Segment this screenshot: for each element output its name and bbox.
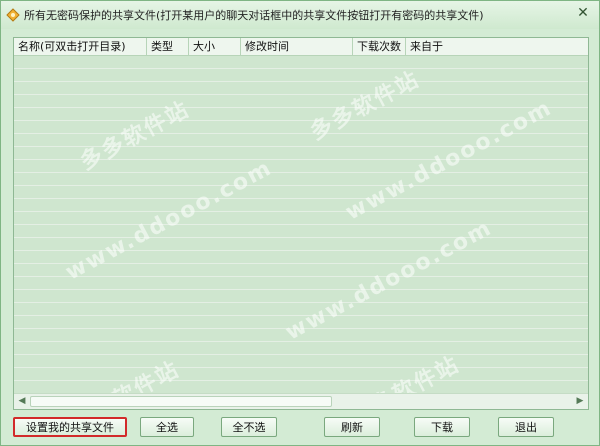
share-files-window: 所有无密码保护的共享文件(打开某用户的聊天对话框中的共享文件按钮打开有密码的共享…: [0, 0, 600, 446]
column-header-modified[interactable]: 修改时间: [241, 38, 353, 56]
scroll-left-icon[interactable]: ◀: [15, 395, 29, 408]
column-header-from[interactable]: 来自于: [406, 38, 588, 56]
select-none-button[interactable]: 全不选: [221, 417, 277, 437]
column-header-size[interactable]: 大小: [189, 38, 241, 56]
app-icon: [6, 8, 20, 22]
close-icon[interactable]: ✕: [573, 4, 593, 22]
exit-button[interactable]: 退出: [498, 417, 554, 437]
horizontal-scrollbar[interactable]: ◀ ▶: [14, 393, 588, 409]
scroll-right-icon[interactable]: ▶: [573, 395, 587, 408]
select-all-button[interactable]: 全选: [140, 417, 194, 437]
column-header-type[interactable]: 类型: [147, 38, 189, 56]
window-title: 所有无密码保护的共享文件(打开某用户的聊天对话框中的共享文件按钮打开有密码的共享…: [24, 9, 484, 22]
scrollbar-thumb[interactable]: [30, 396, 332, 407]
column-header-downloads[interactable]: 下载次数: [353, 38, 406, 56]
list-rows-area[interactable]: [14, 56, 588, 394]
shared-files-list[interactable]: 名称(可双击打开目录) 类型 大小 修改时间 下载次数 来自于 多多软件站 多多…: [13, 37, 589, 410]
column-header-name[interactable]: 名称(可双击打开目录): [14, 38, 147, 56]
title-bar[interactable]: 所有无密码保护的共享文件(打开某用户的聊天对话框中的共享文件按钮打开有密码的共享…: [1, 1, 599, 29]
download-button[interactable]: 下载: [414, 417, 470, 437]
list-header: 名称(可双击打开目录) 类型 大小 修改时间 下载次数 来自于: [14, 38, 588, 56]
refresh-button[interactable]: 刷新: [324, 417, 380, 437]
set-my-share-button[interactable]: 设置我的共享文件: [13, 417, 127, 437]
